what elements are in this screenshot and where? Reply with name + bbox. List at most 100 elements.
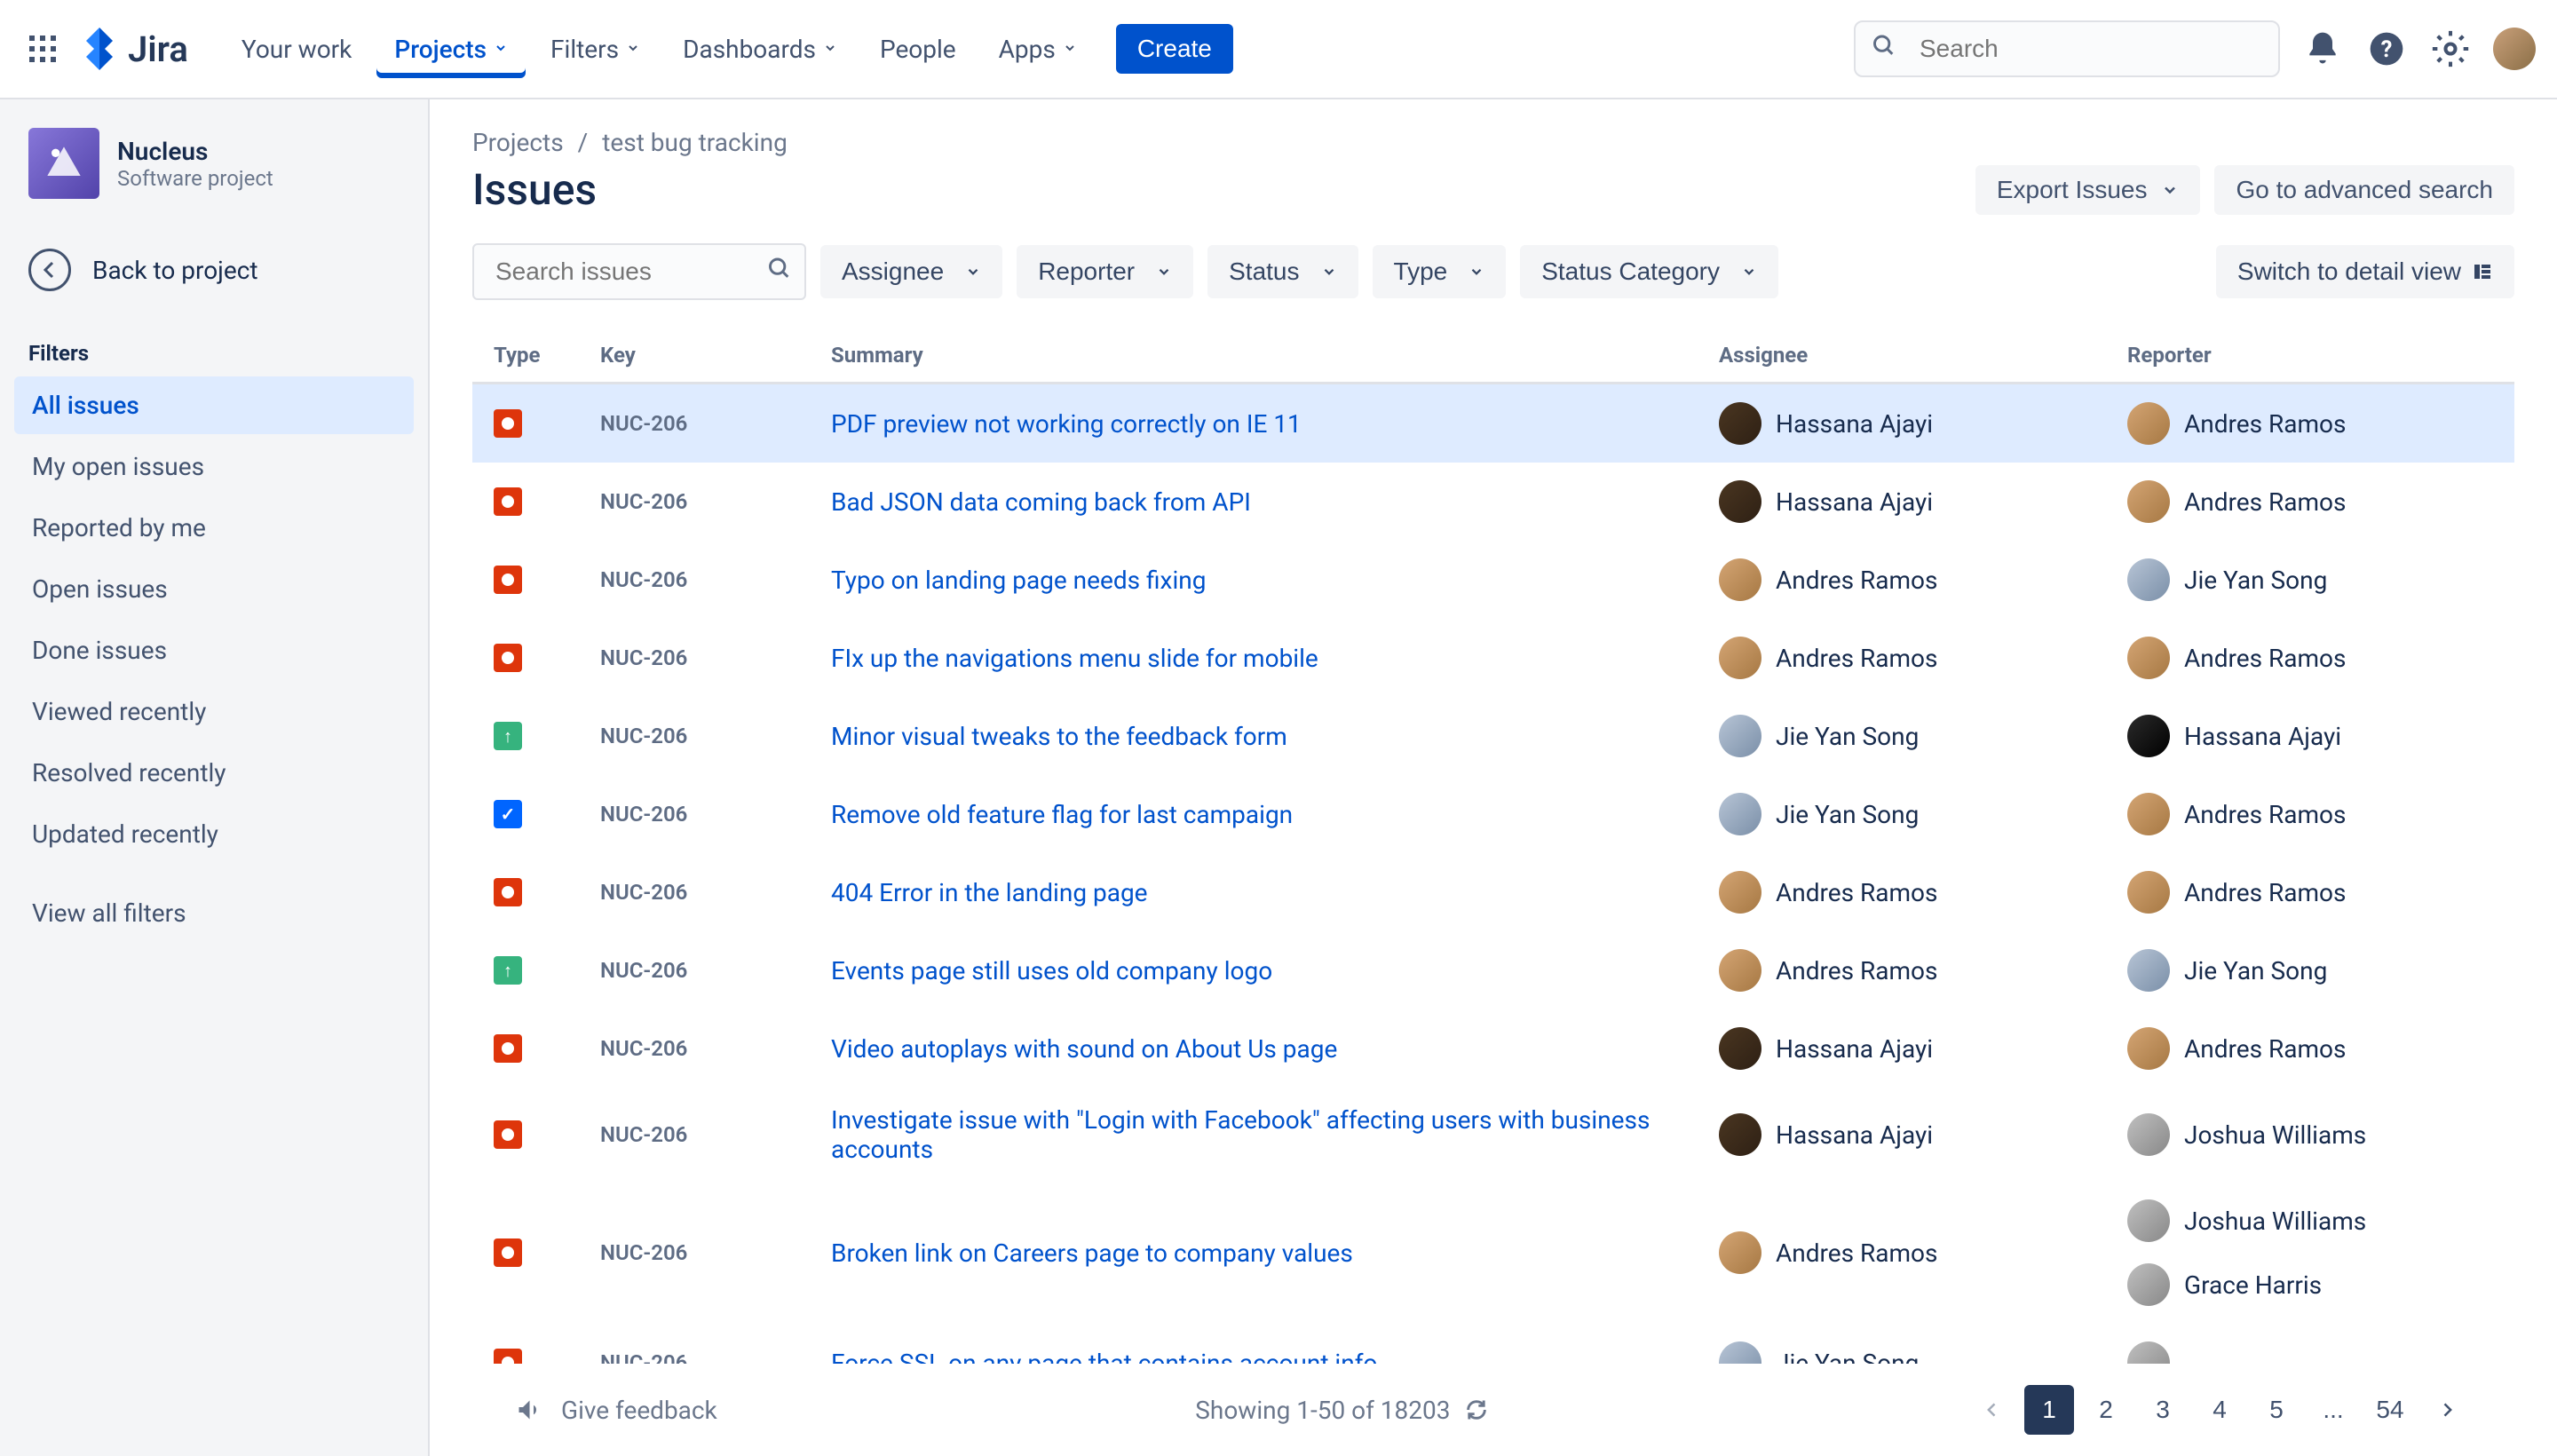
issue-summary-link[interactable]: Bad JSON data coming back from API (831, 487, 1251, 517)
page-next-button[interactable] (2422, 1385, 2472, 1435)
assignee-cell[interactable]: Andres Ramos (1719, 637, 2085, 679)
issue-key[interactable]: NUC-206 (579, 931, 810, 1009)
app-switcher-button[interactable] (21, 28, 64, 70)
issue-key[interactable]: NUC-206 (579, 541, 810, 619)
assignee-cell[interactable]: Jie Yan Song (1719, 793, 2085, 835)
issue-summary-link[interactable]: Remove old feature flag for last campaig… (831, 800, 1293, 829)
table-row[interactable]: NUC-206 Bad JSON data coming back from AP… (472, 463, 2514, 541)
page-prev-button[interactable] (1967, 1385, 2017, 1435)
table-row[interactable]: NUC-206 Typo on landing page needs fixing… (472, 541, 2514, 619)
assignee-cell[interactable]: Hassana Ajayi (1719, 402, 2085, 445)
assignee-cell[interactable]: Andres Ramos (1719, 1231, 2085, 1274)
table-row[interactable]: NUC-206 PDF preview not working correctly… (472, 384, 2514, 463)
breadcrumb-root[interactable]: Projects (472, 128, 564, 157)
reporter-cell[interactable]: Andres Ramos (2127, 637, 2493, 679)
nav-item-your-work[interactable]: Your work (224, 20, 369, 78)
filter-reporter-button[interactable]: Reporter (1017, 245, 1193, 298)
table-row[interactable]: ↑NUC-206Events page still uses old compa… (472, 931, 2514, 1009)
table-row[interactable]: NUC-206 404 Error in the landing page Andr… (472, 853, 2514, 931)
filter-assignee-button[interactable]: Assignee (820, 245, 1002, 298)
refresh-icon[interactable] (1464, 1397, 1489, 1422)
reporter-cell[interactable]: Grace Harris (2127, 1263, 2493, 1306)
issue-key[interactable]: NUC-206 (579, 619, 810, 697)
reporter-cell[interactable]: Joshua Williams (2127, 1199, 2493, 1242)
issue-key[interactable]: NUC-206 (579, 775, 810, 853)
issue-summary-link[interactable]: Video autoplays with sound on About Us p… (831, 1034, 1337, 1064)
column-header-key[interactable]: Key (579, 328, 810, 384)
give-feedback-link[interactable]: Give feedback (515, 1394, 717, 1426)
page-3-button[interactable]: 3 (2138, 1385, 2188, 1435)
help-button[interactable]: ? (2365, 28, 2408, 70)
issue-key[interactable]: NUC-206 (579, 1088, 810, 1182)
reporter-cell[interactable]: Joshua Williams (2127, 1113, 2493, 1156)
assignee-cell[interactable]: Andres Ramos (1719, 949, 2085, 992)
breadcrumb-current[interactable]: test bug tracking (602, 128, 788, 157)
reporter-cell[interactable]: Andres Ramos (2127, 480, 2493, 523)
sidebar-filter-resolved-recently[interactable]: Resolved recently (14, 744, 414, 802)
global-search-input[interactable] (1854, 20, 2280, 77)
table-row[interactable]: ✓NUC-206Remove old feature flag for last… (472, 775, 2514, 853)
issue-key[interactable]: NUC-206 (579, 853, 810, 931)
issue-summary-link[interactable]: Force SSL on any page that contains acco… (831, 1349, 1377, 1365)
page-1-button[interactable]: 1 (2024, 1385, 2074, 1435)
reporter-cell[interactable]: Jie Yan Song (2127, 949, 2493, 992)
table-row[interactable]: NUC-206Force SSL on any page that contai… (472, 1324, 2514, 1364)
nav-item-apps[interactable]: Apps (981, 20, 1095, 78)
reporter-cell[interactable]: Hassana Ajayi (2127, 715, 2493, 757)
issue-key[interactable]: NUC-206 (579, 384, 810, 463)
issue-key[interactable]: NUC-206 (579, 697, 810, 775)
jira-logo[interactable]: Jira (78, 28, 188, 70)
nav-item-dashboards[interactable]: Dashboards (665, 20, 855, 78)
column-header-assignee[interactable]: Assignee (1698, 328, 2106, 384)
column-header-summary[interactable]: Summary (810, 328, 1698, 384)
issue-summary-link[interactable]: FIx up the navigations menu slide for mo… (831, 644, 1318, 673)
sidebar-filter-reported-by-me[interactable]: Reported by me (14, 499, 414, 557)
export-issues-button[interactable]: Export Issues (1975, 165, 2201, 215)
view-all-filters-link[interactable]: View all filters (14, 884, 414, 942)
nav-item-filters[interactable]: Filters (533, 20, 658, 78)
search-issues-input[interactable] (472, 243, 806, 300)
sidebar-filter-my-open-issues[interactable]: My open issues (14, 438, 414, 495)
sidebar-filter-open-issues[interactable]: Open issues (14, 560, 414, 618)
profile-avatar[interactable] (2493, 28, 2536, 70)
filter-status-button[interactable]: Status (1207, 245, 1358, 298)
table-row[interactable]: ↑NUC-206Minor visual tweaks to the feedb… (472, 697, 2514, 775)
reporter-cell[interactable]: Andres Ramos (2127, 793, 2493, 835)
sidebar-filter-done-issues[interactable]: Done issues (14, 621, 414, 679)
issue-summary-link[interactable]: Broken link on Careers page to company v… (831, 1238, 1353, 1268)
filter-status-category-button[interactable]: Status Category (1520, 245, 1778, 298)
assignee-cell[interactable]: Hassana Ajayi (1719, 1113, 2085, 1156)
reporter-cell[interactable] (2127, 1341, 2493, 1364)
assignee-cell[interactable]: Hassana Ajayi (1719, 1027, 2085, 1070)
switch-view-button[interactable]: Switch to detail view (2216, 245, 2514, 298)
issue-summary-link[interactable]: PDF preview not working correctly on IE … (831, 409, 1302, 439)
advanced-search-button[interactable]: Go to advanced search (2214, 165, 2514, 215)
sidebar-filter-viewed-recently[interactable]: Viewed recently (14, 683, 414, 740)
back-to-project-link[interactable]: Back to project (14, 234, 414, 305)
reporter-cell[interactable]: Andres Ramos (2127, 1027, 2493, 1070)
reporter-cell[interactable]: Andres Ramos (2127, 402, 2493, 445)
issue-key[interactable]: NUC-206 (579, 1182, 810, 1324)
assignee-cell[interactable]: Andres Ramos (1719, 871, 2085, 914)
issue-summary-link[interactable]: 404 Error in the landing page (831, 878, 1148, 907)
create-button[interactable]: Create (1116, 24, 1233, 74)
column-header-reporter[interactable]: Reporter (2106, 328, 2514, 384)
table-row[interactable]: NUC-206Video autoplays with sound on Abo… (472, 1009, 2514, 1088)
table-row[interactable]: NUC-206 Investigate issue with "Login wit… (472, 1088, 2514, 1182)
notifications-button[interactable] (2301, 28, 2344, 70)
issue-summary-link[interactable]: Investigate issue with "Login with Faceb… (831, 1105, 1650, 1164)
assignee-cell[interactable]: Jie Yan Song (1719, 715, 2085, 757)
page-54-button[interactable]: 54 (2365, 1385, 2415, 1435)
issue-key[interactable]: NUC-206 (579, 463, 810, 541)
nav-item-people[interactable]: People (862, 20, 974, 78)
reporter-cell[interactable]: Jie Yan Song (2127, 558, 2493, 601)
nav-item-projects[interactable]: Projects (376, 20, 526, 78)
page-5-button[interactable]: 5 (2252, 1385, 2301, 1435)
sidebar-filter-all-issues[interactable]: All issues (14, 376, 414, 434)
assignee-cell[interactable]: Hassana Ajayi (1719, 480, 2085, 523)
issue-summary-link[interactable]: Minor visual tweaks to the feedback form (831, 722, 1287, 751)
sidebar-filter-updated-recently[interactable]: Updated recently (14, 805, 414, 863)
page-2-button[interactable]: 2 (2081, 1385, 2131, 1435)
issue-summary-link[interactable]: Typo on landing page needs fixing (831, 566, 1206, 595)
settings-button[interactable] (2429, 28, 2472, 70)
